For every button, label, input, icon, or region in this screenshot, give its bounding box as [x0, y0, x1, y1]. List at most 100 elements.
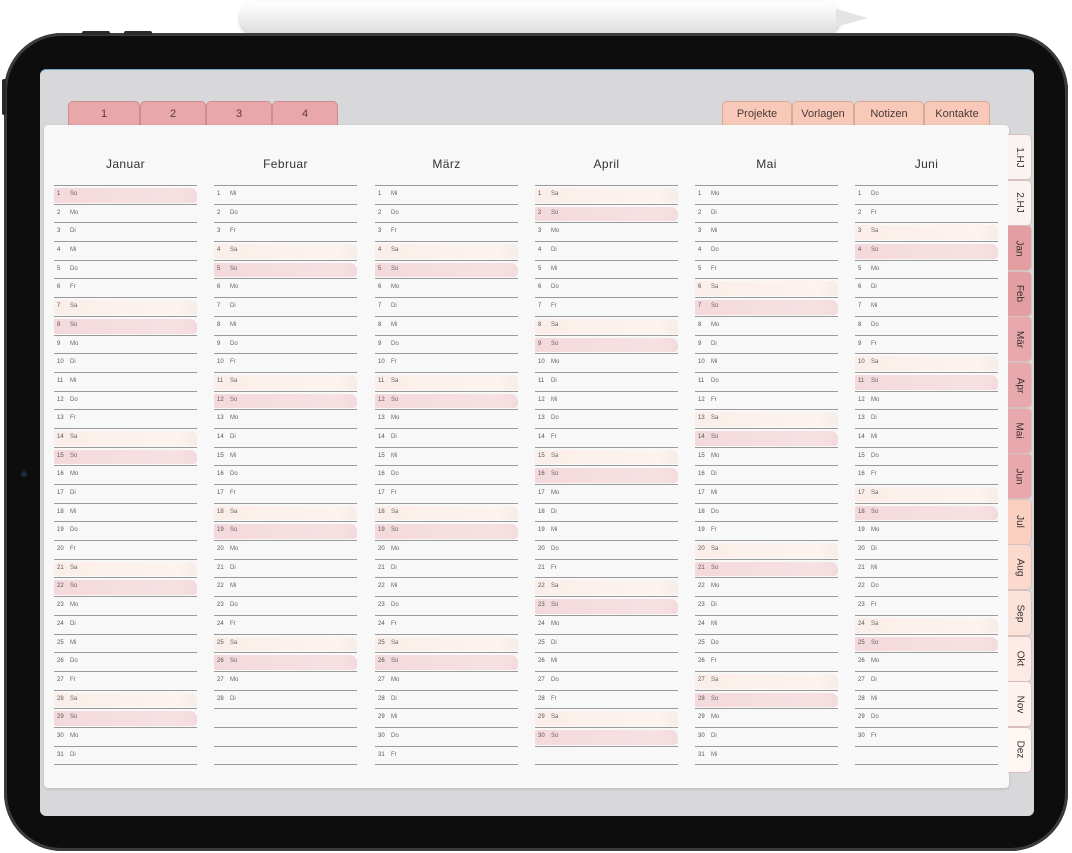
day-row[interactable]: 26 Mo — [855, 652, 998, 671]
day-row[interactable]: 5 Do — [54, 259, 197, 279]
day-row[interactable]: 11 So — [855, 371, 998, 391]
day-row[interactable]: 30 Mo — [54, 726, 197, 746]
day-row[interactable]: 13 Do — [535, 409, 678, 428]
side-tab-jun[interactable]: Jun — [1008, 453, 1032, 500]
day-row[interactable]: 7 Mi — [855, 297, 998, 316]
day-row[interactable]: 29 Sa — [535, 708, 678, 727]
day-row[interactable]: 23 Do — [375, 596, 518, 615]
day-row[interactable]: 18 Di — [535, 502, 678, 522]
day-row[interactable]: 27 Sa — [695, 670, 838, 690]
side-tab-jul[interactable]: Jul — [1008, 498, 1032, 545]
day-row[interactable]: 7 Sa — [54, 297, 197, 316]
day-row[interactable]: 19 So — [214, 521, 357, 540]
day-row[interactable]: 21 Fr — [535, 558, 678, 578]
day-row[interactable]: 8 So — [54, 315, 197, 335]
day-row[interactable]: 22 Do — [855, 577, 998, 596]
day-row[interactable]: 13 Sa — [695, 409, 838, 428]
day-row[interactable]: 2 Di — [695, 203, 838, 223]
day-row[interactable]: 19 Do — [54, 521, 197, 540]
day-row[interactable]: 16 So — [535, 465, 678, 484]
day-row[interactable]: 12 Do — [54, 390, 197, 410]
day-row[interactable]: 26 Fr — [695, 652, 838, 671]
day-row[interactable]: 24 Fr — [375, 614, 518, 634]
day-row[interactable]: 23 So — [535, 596, 678, 615]
day-row[interactable]: 10 Mi — [695, 353, 838, 372]
day-row[interactable]: 12 So — [375, 390, 518, 410]
day-row[interactable]: 6 Di — [855, 278, 998, 297]
day-row[interactable]: 2 So — [535, 203, 678, 223]
day-row[interactable]: 5 Mo — [855, 259, 998, 279]
day-row[interactable]: 21 Mi — [855, 558, 998, 578]
day-row[interactable]: 30 Di — [695, 726, 838, 746]
day-row[interactable]: 23 Di — [695, 596, 838, 615]
day-row[interactable]: 24 Fr — [214, 614, 357, 634]
empty-row[interactable] — [214, 745, 357, 765]
day-row[interactable]: 20 Mo — [214, 540, 357, 559]
day-row[interactable]: 18 Do — [695, 502, 838, 522]
day-row[interactable]: 25 Sa — [214, 633, 357, 653]
tab-4[interactable]: 4 — [272, 101, 338, 125]
day-row[interactable]: 25 Di — [535, 633, 678, 653]
day-row[interactable]: 17 Fr — [214, 484, 357, 503]
day-row[interactable]: 31 Mi — [695, 745, 838, 765]
day-row[interactable]: 10 Fr — [375, 353, 518, 372]
day-row[interactable]: 28 Sa — [54, 689, 197, 709]
day-row[interactable]: 28 Mi — [855, 689, 998, 709]
day-row[interactable]: 24 Di — [54, 614, 197, 634]
side-tab-mär[interactable]: Mär — [1008, 316, 1032, 363]
day-row[interactable]: 29 Do — [855, 708, 998, 727]
day-row[interactable]: 27 Do — [535, 670, 678, 690]
day-row[interactable]: 5 So — [375, 259, 518, 279]
day-row[interactable]: 3 Fr — [214, 222, 357, 241]
day-row[interactable]: 16 Fr — [855, 465, 998, 484]
day-row[interactable]: 18 Sa — [375, 502, 518, 522]
day-row[interactable]: 4 Mi — [54, 241, 197, 260]
tab-1[interactable]: 1 — [68, 101, 140, 125]
day-row[interactable]: 20 Di — [855, 540, 998, 559]
empty-row[interactable] — [855, 745, 998, 765]
day-row[interactable]: 29 Mi — [375, 708, 518, 727]
day-row[interactable]: 25 Do — [695, 633, 838, 653]
day-row[interactable]: 28 Di — [214, 689, 357, 709]
tab-3[interactable]: 3 — [206, 101, 272, 125]
day-row[interactable]: 8 Mi — [375, 315, 518, 335]
day-row[interactable]: 18 Sa — [214, 502, 357, 522]
day-row[interactable]: 22 So — [54, 577, 197, 596]
side-tab-sep[interactable]: Sep — [1008, 590, 1032, 636]
day-row[interactable]: 21 Di — [375, 558, 518, 578]
day-row[interactable]: 10 Mo — [535, 353, 678, 372]
day-row[interactable]: 20 Do — [535, 540, 678, 559]
side-tab-2hj[interactable]: 2.HJ — [1008, 179, 1032, 226]
day-row[interactable]: 2 Do — [214, 203, 357, 223]
day-row[interactable]: 22 Mi — [214, 577, 357, 596]
day-row[interactable]: 31 Di — [54, 745, 197, 765]
day-row[interactable]: 13 Mo — [375, 409, 518, 428]
day-row[interactable]: 14 Sa — [54, 427, 197, 447]
day-row[interactable]: 3 Mi — [695, 222, 838, 241]
day-row[interactable]: 19 Mo — [855, 521, 998, 540]
day-row[interactable]: 19 Fr — [695, 521, 838, 540]
day-row[interactable]: 2 Mo — [54, 203, 197, 223]
day-row[interactable]: 7 Fr — [535, 297, 678, 316]
day-row[interactable]: 6 Sa — [695, 278, 838, 297]
day-row[interactable]: 25 Mi — [54, 633, 197, 653]
empty-row[interactable] — [535, 745, 678, 765]
day-row[interactable]: 3 Mo — [535, 222, 678, 241]
day-row[interactable]: 11 Sa — [214, 371, 357, 391]
day-row[interactable]: 26 So — [375, 652, 518, 671]
day-row[interactable]: 14 Mi — [855, 427, 998, 447]
day-row[interactable]: 17 Sa — [855, 484, 998, 503]
day-row[interactable]: 24 Sa — [855, 614, 998, 634]
day-row[interactable]: 8 Mi — [214, 315, 357, 335]
day-row[interactable]: 2 Fr — [855, 203, 998, 223]
day-row[interactable]: 4 Sa — [214, 241, 357, 260]
day-row[interactable]: 23 Mo — [54, 596, 197, 615]
day-row[interactable]: 11 Mi — [54, 371, 197, 391]
day-row[interactable]: 12 So — [214, 390, 357, 410]
day-row[interactable]: 23 Do — [214, 596, 357, 615]
day-row[interactable]: 21 Di — [214, 558, 357, 578]
day-row[interactable]: 5 Fr — [695, 259, 838, 279]
day-row[interactable]: 11 Do — [695, 371, 838, 391]
day-row[interactable]: 22 Mi — [375, 577, 518, 596]
day-row[interactable]: 27 Mo — [214, 670, 357, 690]
